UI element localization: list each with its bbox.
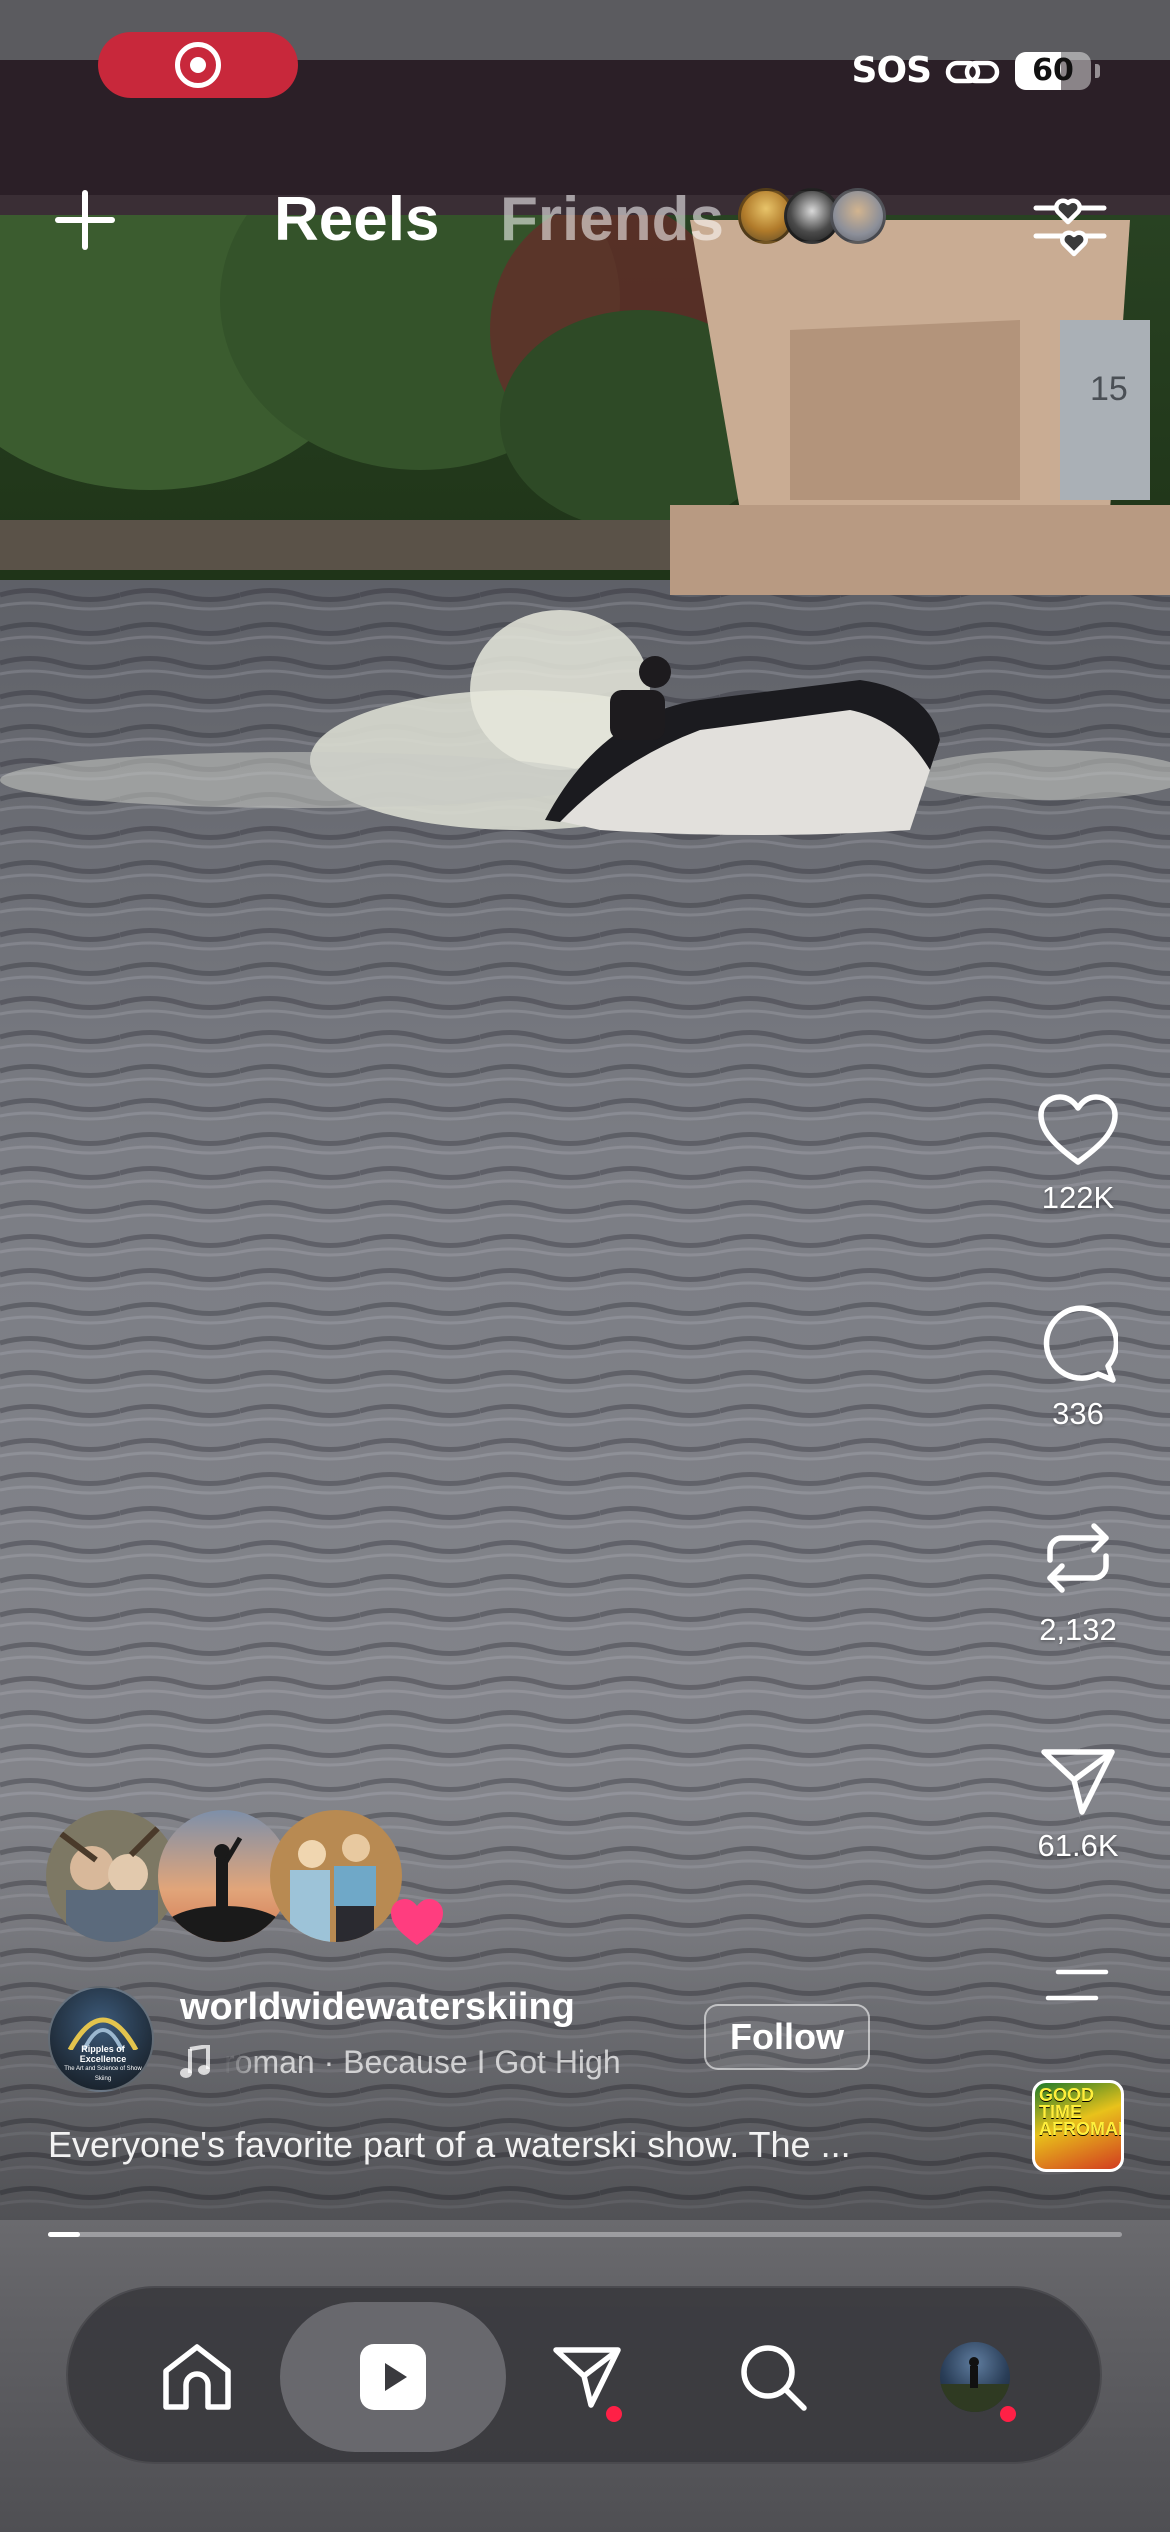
bottom-tab-bar	[66, 2286, 1102, 2464]
profile-notification-dot	[1000, 2406, 1016, 2422]
repost-icon[interactable]	[1038, 1516, 1118, 1600]
tab-profile[interactable]	[900, 2302, 1050, 2452]
like-count: 122K	[1041, 1180, 1115, 1215]
battery-level: 60	[1032, 53, 1074, 88]
reels-icon	[360, 2344, 426, 2410]
follow-button[interactable]: Follow	[704, 2004, 870, 2070]
home-icon	[163, 2344, 231, 2410]
share-action[interactable]: 61.6K	[1010, 1746, 1146, 1864]
direct-message-icon	[553, 2347, 621, 2408]
tab-friends[interactable]: Friends	[500, 184, 724, 255]
music-note-icon	[180, 2045, 210, 2078]
link-icon	[945, 60, 1000, 83]
comment-count: 336	[1052, 1396, 1104, 1431]
repost-action[interactable]: 2,132	[1010, 1516, 1146, 1648]
top-navigation: Reels Friends	[0, 170, 1170, 270]
svg-text:15: 15	[1090, 370, 1128, 408]
audio-track-thumbnail[interactable]: GOOD TIME AFROMAN	[1032, 2080, 1124, 2172]
liker-avatar	[270, 1810, 402, 1942]
heart-icon[interactable]	[1036, 1092, 1120, 1168]
tab-home[interactable]	[122, 2302, 272, 2452]
tab-direct[interactable]	[512, 2302, 662, 2452]
profile-avatar	[940, 2342, 1010, 2412]
tab-reels[interactable]: Reels	[274, 184, 439, 255]
like-action[interactable]: 122K	[1010, 1092, 1146, 1216]
creator-avatar[interactable]: Ripples of Excellence The Art and Scienc…	[48, 1986, 154, 2092]
friend-avatar	[830, 188, 886, 244]
username[interactable]: worldwidewaterskiing	[180, 1986, 575, 2029]
audio-attribution[interactable]: roman · Because I Got High	[180, 2040, 660, 2084]
battery-tip	[1095, 63, 1100, 78]
direct-notification-dot	[606, 2406, 622, 2422]
creator-logo-graphic	[67, 2017, 139, 2050]
tab-search[interactable]	[698, 2302, 848, 2452]
share-count: 61.6K	[1037, 1828, 1119, 1863]
sos-label: SOS	[851, 50, 932, 91]
menu-lines-icon[interactable]	[1044, 1966, 1110, 2006]
screen-recording-indicator[interactable]	[98, 32, 298, 98]
search-icon	[741, 2345, 807, 2411]
tab-reels-nav[interactable]	[280, 2302, 506, 2452]
video-progress-fill	[48, 2232, 81, 2237]
avatar-title: Ripples of Excellence	[79, 2044, 127, 2064]
record-icon	[175, 42, 221, 88]
status-bar-right: SOS 60	[852, 50, 1100, 91]
comment-action[interactable]: 336	[1010, 1304, 1146, 1432]
video-progress-bar[interactable]	[48, 2232, 1122, 2237]
comment-icon[interactable]	[1038, 1304, 1118, 1384]
battery-indicator: 60	[1015, 51, 1091, 90]
creator-avatar-text: Ripples of Excellence The Art and Scienc…	[58, 2044, 148, 2084]
repost-count: 2,132	[1039, 1612, 1117, 1647]
avatar-subtitle: The Art and Science of Show Skiing	[64, 2066, 142, 2082]
friends-avatar-stack[interactable]	[738, 188, 886, 244]
post-caption[interactable]: Everyone's favorite part of a waterski s…	[48, 2124, 851, 2166]
heart-sliders-icon[interactable]	[1030, 182, 1110, 262]
plus-icon[interactable]	[50, 185, 120, 255]
audio-thumb-text: GOOD TIME AFROMAN	[1039, 2085, 1124, 2139]
heart-badge-icon	[391, 1899, 443, 1945]
audio-title: roman · Because I Got High	[224, 2043, 621, 2080]
paper-plane-icon[interactable]	[1038, 1746, 1118, 1816]
